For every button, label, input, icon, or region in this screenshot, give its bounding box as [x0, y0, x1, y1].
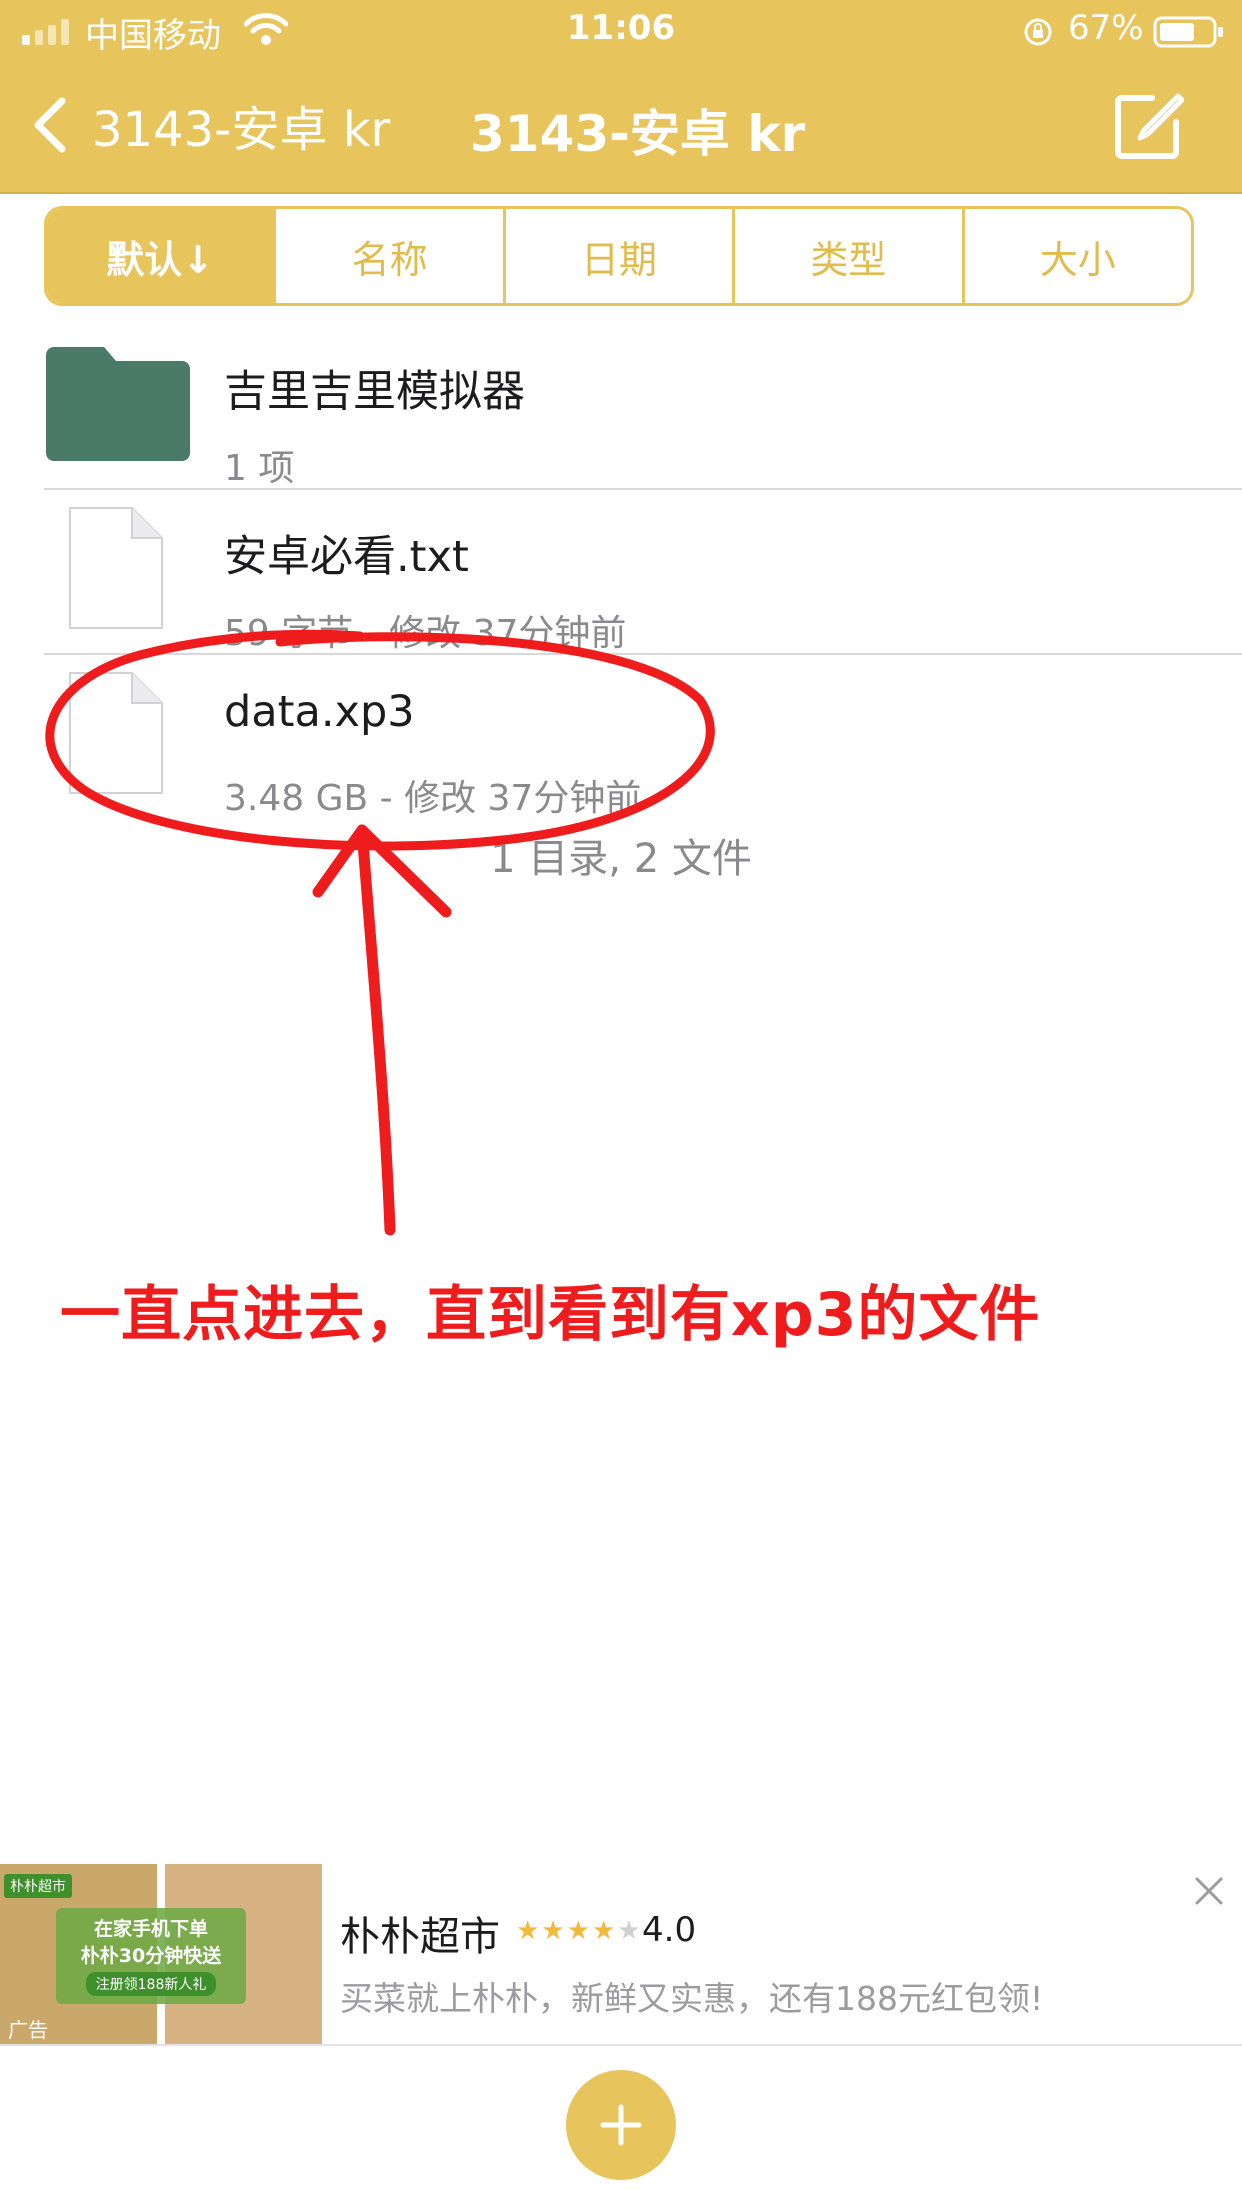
file-name: data.xp3	[224, 687, 415, 737]
annotation-arrow-shaft	[356, 824, 396, 1236]
file-meta: 59 字节 - 修改 37分钟前	[224, 613, 627, 654]
clock: 11:06	[566, 8, 676, 48]
star-icon: ★	[541, 1916, 565, 1946]
star-icon: ★	[591, 1916, 616, 1946]
sort-tab-size[interactable]: 大小	[961, 209, 1191, 303]
file-meta: 1 项	[224, 448, 295, 489]
ad-label: 广告	[8, 2018, 48, 2042]
battery-icon	[1153, 16, 1223, 48]
ad-promo-badge: 注册领188新人礼	[85, 1972, 217, 1996]
ad-description: 买菜就上朴朴，新鲜又实惠，还有188元红包领!	[340, 1979, 1044, 2018]
ad-promo-line: 在家手机下单	[93, 1918, 208, 1940]
add-button[interactable]	[566, 2070, 676, 2180]
star-icon: ★	[516, 1916, 540, 1946]
sort-tab-default[interactable]: 默认↓	[47, 209, 274, 303]
file-row-folder[interactable]: 吉里吉里模拟器 1 项	[44, 325, 1242, 490]
plus-icon	[600, 2104, 642, 2146]
battery-percent: 67%	[1068, 8, 1144, 48]
ad-banner[interactable]: 朴朴超市 广告 在家手机下单 朴朴30分钟快送 注册领188新人礼 朴朴超市 ★…	[0, 1860, 1242, 2046]
ad-star-rating: ★ ★ ★ ★ ★	[516, 1916, 643, 1946]
file-name: 安卓必看.txt	[224, 532, 469, 582]
orientation-lock-icon	[1024, 18, 1052, 46]
close-icon[interactable]	[1192, 1874, 1226, 1908]
chevron-left-icon	[34, 97, 66, 153]
star-icon: ★	[617, 1916, 641, 1946]
compose-icon[interactable]	[1112, 90, 1184, 162]
file-row-txt[interactable]: 安卓必看.txt 59 字节 - 修改 37分钟前	[44, 490, 1242, 655]
status-bar: 中国移动 11:06 67%	[0, 0, 1242, 62]
annotation-text: 一直点进去，直到看到有xp3的文件	[60, 1280, 1041, 1350]
navigation-bar: 3143-安卓 kr 3143-安卓 kr	[0, 62, 1242, 192]
ad-promo-overlay: 在家手机下单 朴朴30分钟快送 注册领188新人礼	[56, 1908, 246, 2004]
sort-tab-date[interactable]: 日期	[502, 209, 732, 303]
folder-icon	[46, 347, 190, 461]
file-name: 吉里吉里模拟器	[224, 367, 525, 417]
file-meta: 3.48 GB - 修改 37分钟前	[224, 778, 642, 819]
document-icon	[69, 672, 163, 794]
file-row-xp3[interactable]: data.xp3 3.48 GB - 修改 37分钟前	[44, 655, 1242, 820]
ad-rating-value: 4.0	[642, 1910, 697, 1950]
sort-tab-type[interactable]: 类型	[732, 209, 961, 303]
star-icon: ★	[566, 1916, 590, 1946]
directory-summary: 1 目录, 2 文件	[490, 836, 752, 882]
sort-segmented-control: 默认↓ 名称 日期 类型 大小	[44, 206, 1194, 306]
ad-promo-line: 朴朴30分钟快送	[80, 1945, 222, 1967]
back-button[interactable]: 3143-安卓 kr	[30, 90, 390, 160]
document-icon	[69, 507, 163, 629]
sort-tab-name[interactable]: 名称	[273, 209, 502, 303]
page-title: 3143-安卓 kr	[470, 105, 806, 163]
back-button-label: 3143-安卓 kr	[92, 102, 391, 158]
ad-brand-logo: 朴朴超市	[4, 1874, 72, 1898]
ad-title: 朴朴超市	[340, 1914, 500, 1960]
app-header: 中国移动 11:06 67% 3143-安卓 kr 3143-安卓 kr	[0, 0, 1242, 194]
